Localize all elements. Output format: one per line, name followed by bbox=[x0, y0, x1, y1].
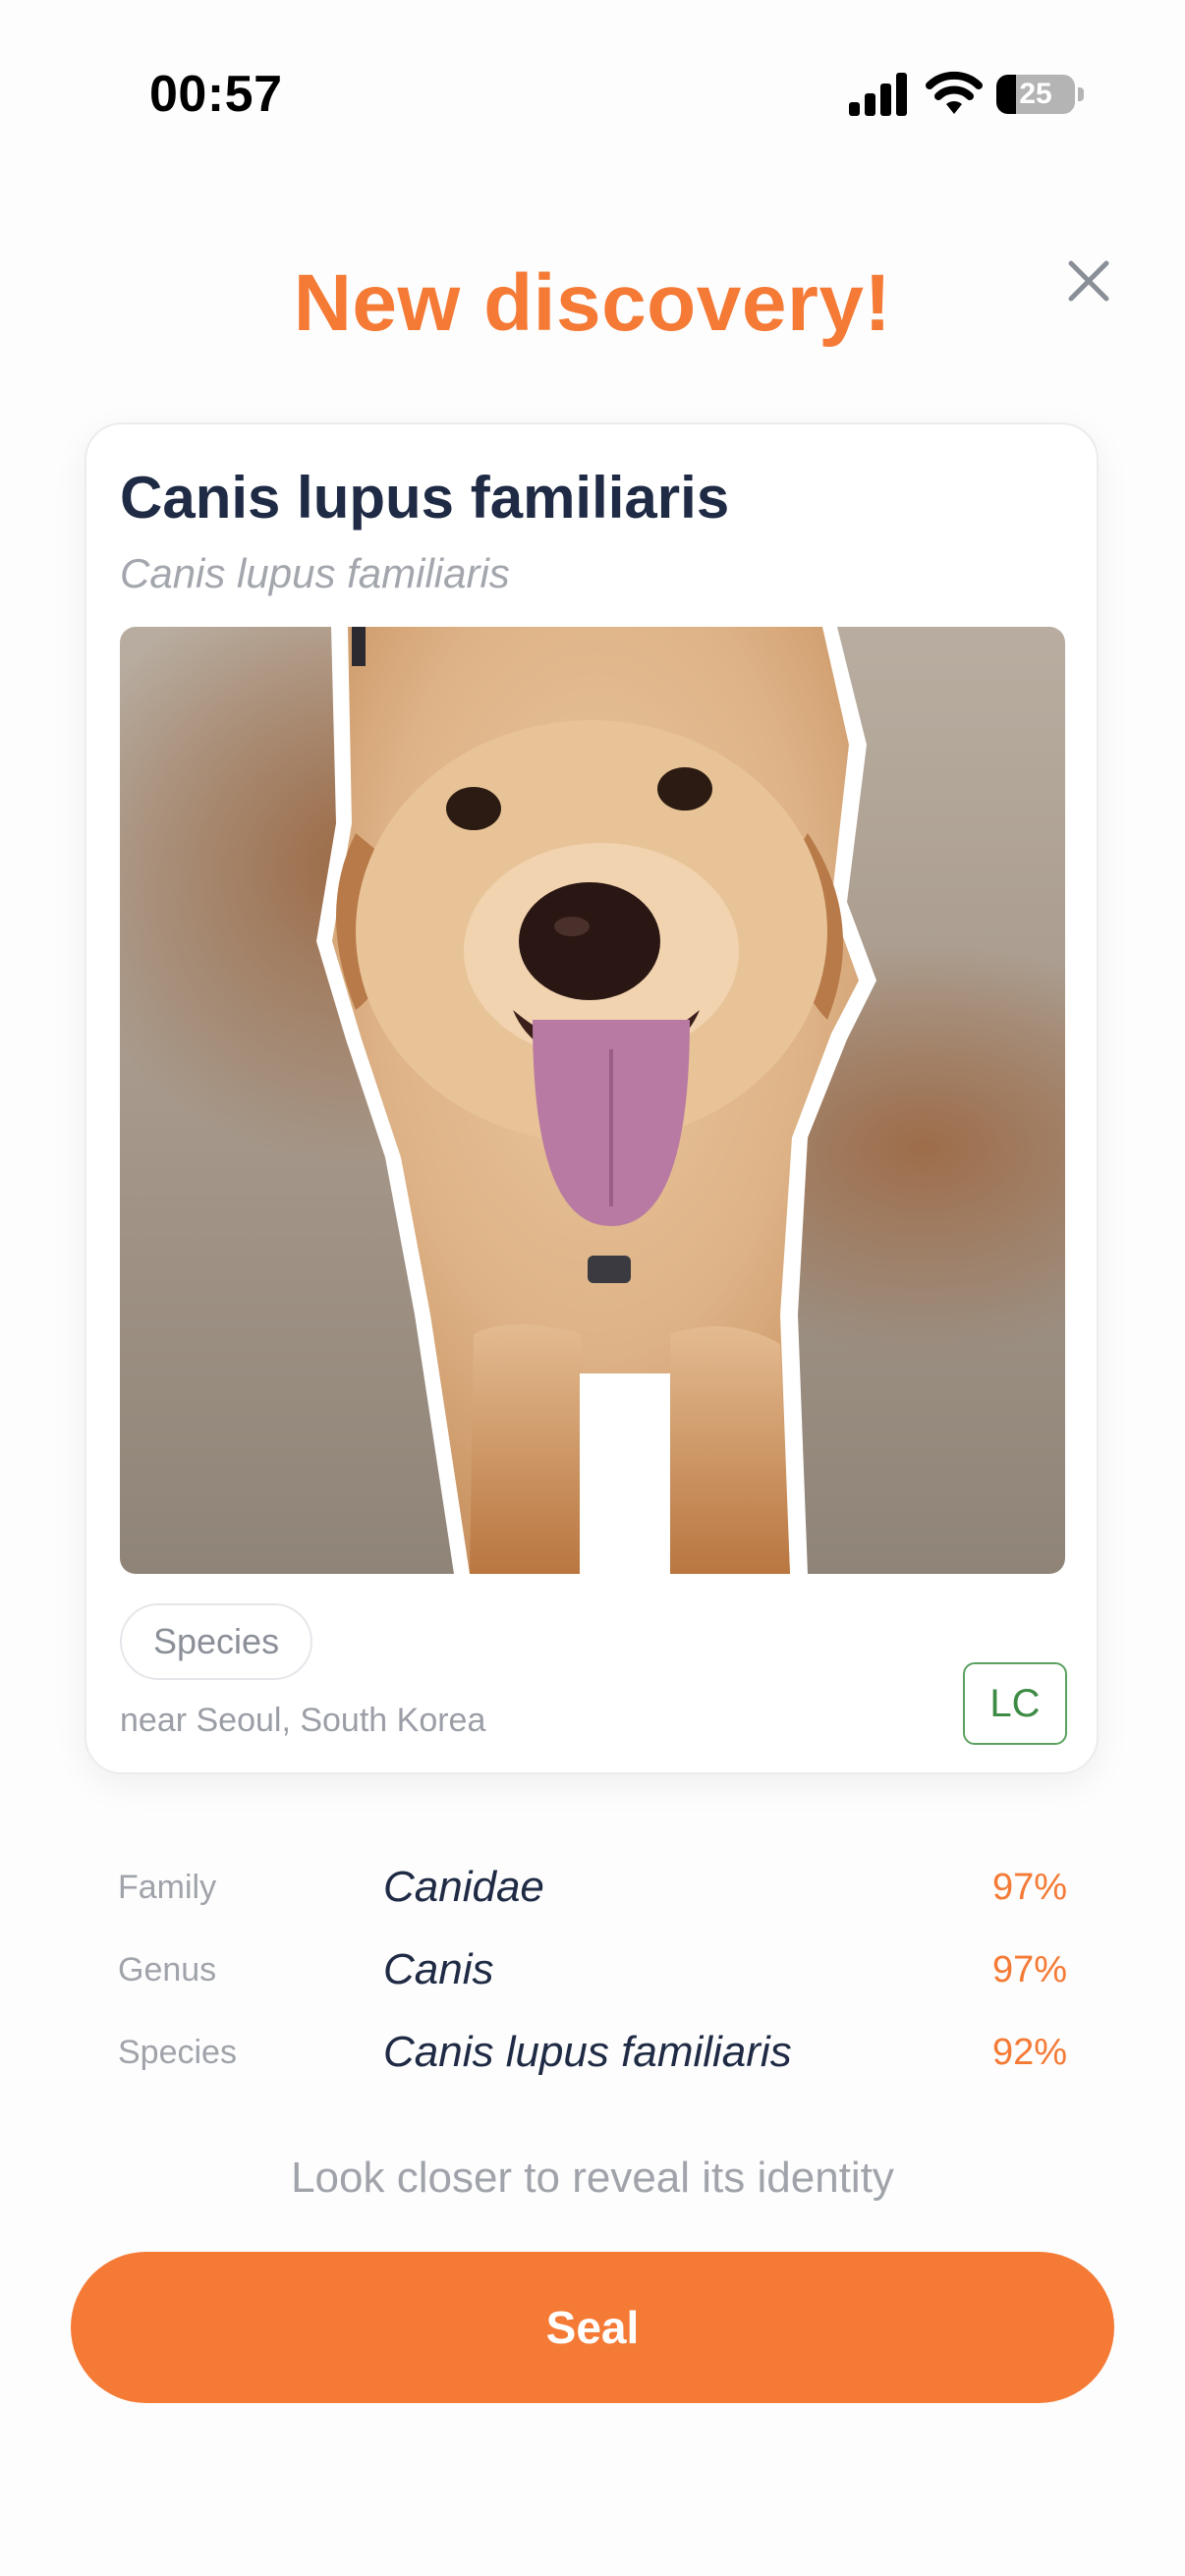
taxonomy-rank: Family bbox=[118, 1869, 217, 1906]
discovery-card: Canis lupus familiaris Canis lupus famil… bbox=[85, 422, 1099, 1774]
rank-pill: Species bbox=[120, 1603, 313, 1680]
wifi-icon bbox=[926, 71, 983, 114]
scientific-name: Canis lupus familiaris bbox=[120, 550, 510, 596]
seal-button[interactable]: Seal bbox=[71, 2252, 1114, 2403]
taxonomy-rank: Genus bbox=[118, 1951, 217, 1988]
cellular-signal-icon bbox=[849, 73, 907, 116]
taxonomy-name: Canis bbox=[383, 1945, 494, 1993]
taxonomy-row-species: Species Canis lupus familiaris 92% bbox=[118, 2022, 1067, 2104]
conservation-status-badge: LC bbox=[963, 1662, 1067, 1745]
taxonomy-list: Family Canidae 97% Genus Canis 97% Speci… bbox=[118, 1857, 1067, 2104]
page-title: New discovery! bbox=[293, 258, 892, 348]
location-text: near Seoul, South Korea bbox=[120, 1702, 486, 1739]
battery-level: 25 bbox=[1019, 78, 1052, 110]
taxonomy-rank: Species bbox=[118, 2034, 237, 2071]
taxonomy-row-genus: Genus Canis 97% bbox=[118, 1939, 1067, 2022]
status-bar: 00:57 25 bbox=[0, 0, 1185, 157]
taxonomy-name: Canidae bbox=[383, 1863, 544, 1911]
taxonomy-confidence: 97% bbox=[991, 1867, 1067, 1908]
dog-photo bbox=[120, 627, 1065, 1574]
battery-icon: 25 bbox=[996, 75, 1075, 114]
close-icon[interactable] bbox=[1057, 250, 1120, 312]
taxonomy-row-family: Family Canidae 97% bbox=[118, 1857, 1067, 1939]
hint-text: Look closer to reveal its identity bbox=[291, 2154, 894, 2202]
clock-time: 00:57 bbox=[149, 66, 283, 123]
battery-tip bbox=[1078, 87, 1084, 101]
taxonomy-confidence: 92% bbox=[991, 2032, 1067, 2073]
taxonomy-name: Canis lupus familiaris bbox=[383, 2028, 792, 2076]
taxonomy-confidence: 97% bbox=[991, 1949, 1067, 1990]
common-name: Canis lupus familiaris bbox=[120, 465, 730, 531]
